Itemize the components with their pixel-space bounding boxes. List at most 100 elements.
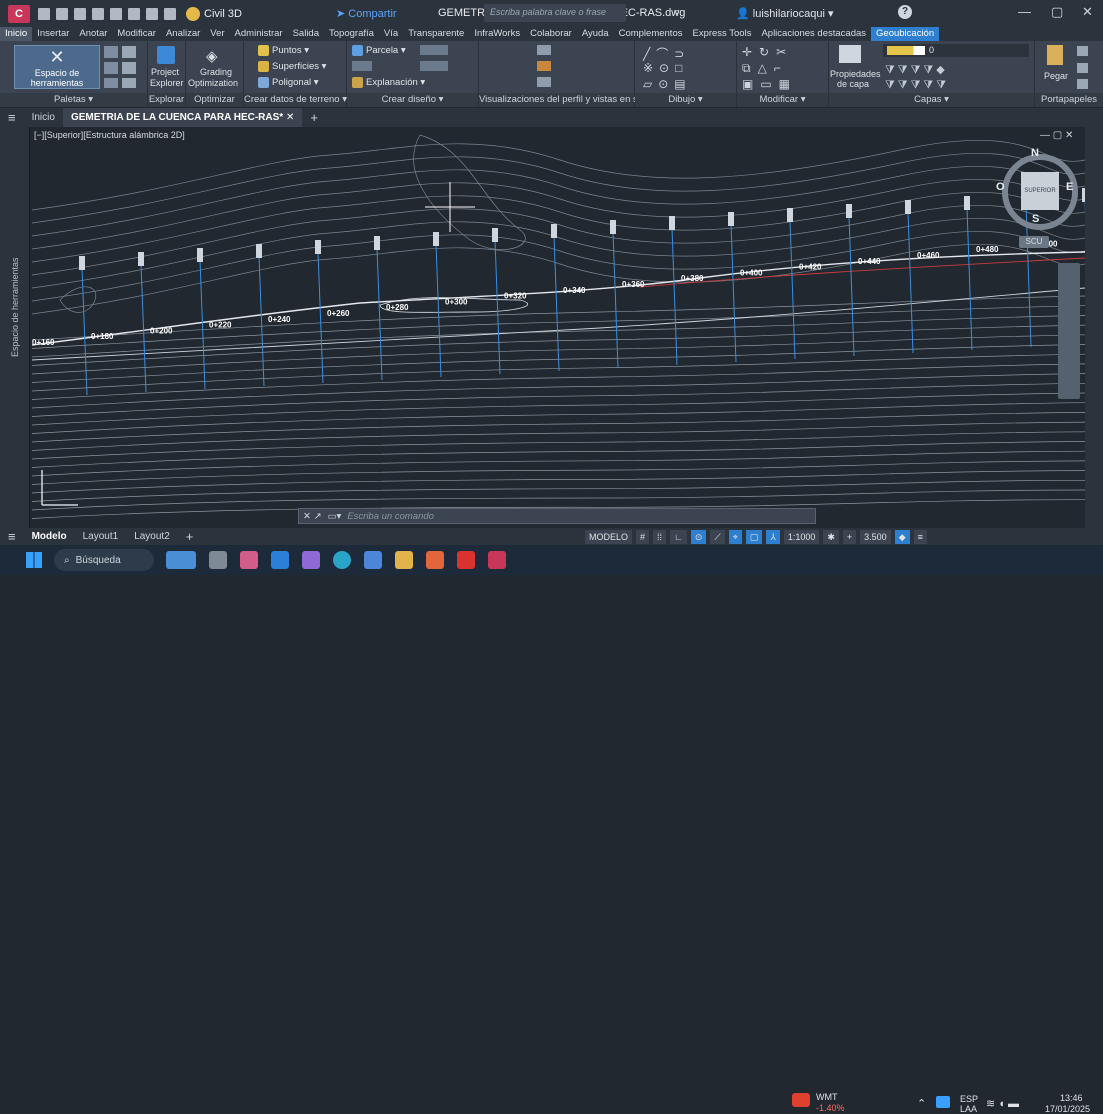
- edge-icon[interactable]: [333, 551, 351, 569]
- panel-title[interactable]: Modificar ▾: [737, 93, 828, 107]
- command-input[interactable]: Escriba un comando: [347, 511, 434, 522]
- section-line[interactable]: [612, 231, 619, 369]
- tray-icon[interactable]: [936, 1096, 950, 1108]
- open-icon[interactable]: [56, 7, 68, 20]
- section-line[interactable]: [789, 219, 796, 360]
- project-explorer-label[interactable]: Project: [151, 67, 179, 77]
- isodraft-icon[interactable]: ⟋: [710, 529, 725, 544]
- close-icon[interactable]: ✕: [286, 112, 294, 123]
- grading-label-2[interactable]: Optimization: [188, 78, 238, 88]
- tab-ayuda[interactable]: Ayuda: [577, 27, 614, 41]
- drawing-canvas[interactable]: 0+160 0+180 0+200 0+220 0+240 0+260 0+280 0+300…: [0, 127, 1103, 528]
- tab-salida[interactable]: Salida: [288, 27, 324, 41]
- tab-insertar[interactable]: Insertar: [32, 27, 74, 41]
- tab-analizar[interactable]: Analizar: [161, 27, 205, 41]
- chevron-up-icon[interactable]: ⌃: [917, 1097, 926, 1110]
- line-arc-icons[interactable]: ╱⌒⊃: [643, 45, 690, 62]
- minimize-button[interactable]: —: [1018, 4, 1031, 19]
- palette-icon[interactable]: [122, 62, 136, 74]
- palette-icon[interactable]: [104, 78, 118, 88]
- clock-time[interactable]: 13:46: [1060, 1093, 1083, 1103]
- nav-wheel-bar[interactable]: [1058, 263, 1080, 399]
- plot-icon[interactable]: [128, 7, 140, 20]
- app-menu-button[interactable]: C: [8, 4, 30, 23]
- redo-icon[interactable]: [164, 7, 176, 20]
- store-icon[interactable]: [364, 551, 382, 569]
- panel-title[interactable]: Capas ▾: [829, 93, 1034, 107]
- model-space-button[interactable]: MODELO: [585, 529, 633, 544]
- settings-icon[interactable]: ✱: [823, 529, 839, 544]
- cmd-history-icon[interactable]: ▭▾: [328, 511, 342, 522]
- new-icon[interactable]: [38, 7, 50, 20]
- tab-topografia[interactable]: Topografía: [324, 27, 379, 41]
- project-explorer-icon[interactable]: [157, 46, 175, 64]
- plus-icon[interactable]: +: [842, 529, 857, 544]
- customize-icon[interactable]: ≡: [913, 529, 927, 544]
- windows-start-icon[interactable]: [26, 552, 42, 568]
- app-icon[interactable]: [240, 551, 258, 569]
- saveas-icon[interactable]: [92, 7, 104, 20]
- polyline-icons[interactable]: ▱⊙▤: [643, 77, 692, 91]
- taskbar-search[interactable]: ⌕ Búsqueda: [54, 549, 154, 571]
- app-icon[interactable]: [271, 551, 289, 569]
- tab-layout1[interactable]: Layout1: [75, 531, 127, 542]
- corridor-icon[interactable]: [352, 61, 372, 71]
- brave-icon[interactable]: [426, 551, 444, 569]
- layer-properties-label-2[interactable]: de capa: [837, 79, 869, 89]
- tab-express-tools[interactable]: Express Tools: [687, 27, 756, 41]
- civil3d-icon[interactable]: [488, 551, 506, 569]
- layer-dropdown[interactable]: 0: [883, 44, 1029, 57]
- section-line[interactable]: [730, 223, 737, 363]
- taskview-icon[interactable]: [209, 551, 227, 569]
- folder-icon[interactable]: [395, 551, 413, 569]
- tab-modelo[interactable]: Modelo: [24, 531, 75, 542]
- section-line[interactable]: [140, 263, 147, 393]
- project-explorer-label-2[interactable]: Explorer: [150, 78, 184, 88]
- maximize-button[interactable]: ▢: [1051, 4, 1063, 20]
- panel-title[interactable]: Paletas ▾: [0, 93, 147, 107]
- explanacion-button[interactable]: Explanación ▾: [352, 77, 425, 88]
- search-icon[interactable]: ⌕: [674, 6, 680, 19]
- close-button[interactable]: ✕: [1082, 4, 1093, 20]
- toolspace-button[interactable]: ✕ Espacio de herramientas: [14, 45, 100, 89]
- compass-east[interactable]: E: [1066, 181, 1073, 193]
- layer-properties-icon[interactable]: [839, 45, 861, 63]
- tab-anotar[interactable]: Anotar: [74, 27, 112, 41]
- panel-title[interactable]: Crear datos de terreno ▾: [244, 93, 347, 107]
- cmd-close-icon[interactable]: ✕ ↗: [303, 511, 322, 522]
- panel-title[interactable]: Dibujo ▾: [635, 93, 736, 107]
- section-line[interactable]: [258, 255, 265, 387]
- section-line[interactable]: [907, 211, 914, 354]
- grading-label[interactable]: Grading: [200, 67, 232, 77]
- panel-title[interactable]: Crear diseño ▾: [347, 93, 478, 107]
- teams-icon[interactable]: [302, 551, 320, 569]
- viewport-label[interactable]: [−][Superior][Estructura alámbrica 2D]: [34, 130, 185, 140]
- tab-transparente[interactable]: Transparente: [403, 27, 469, 41]
- tab-inicio[interactable]: Inicio: [0, 27, 33, 41]
- add-layout-button[interactable]: +: [178, 529, 202, 544]
- help-icon[interactable]: ?: [898, 5, 912, 19]
- section-line[interactable]: [553, 235, 560, 372]
- grid-icon[interactable]: #: [636, 529, 650, 544]
- tab-administrar[interactable]: Administrar: [230, 27, 288, 41]
- print-icon[interactable]: [110, 7, 122, 20]
- search-input[interactable]: Escriba palabra clave o frase: [484, 4, 626, 22]
- new-tab-button[interactable]: +: [302, 108, 326, 127]
- paste-label[interactable]: Pegar: [1044, 71, 1068, 81]
- save-icon[interactable]: [74, 7, 86, 20]
- profile-icon[interactable]: [420, 61, 448, 71]
- section-line[interactable]: [848, 215, 855, 357]
- compass-west[interactable]: O: [996, 181, 1005, 193]
- paste-icon[interactable]: [1047, 45, 1063, 65]
- command-line[interactable]: ✕ ↗ ▭▾ Escriba un comando: [298, 508, 816, 524]
- weather-value[interactable]: -1.40%: [816, 1103, 845, 1113]
- palette-icon[interactable]: [122, 46, 136, 58]
- acrobat-icon[interactable]: [457, 551, 475, 569]
- tab-drawing[interactable]: GEMETRIA DE LA CUENCA PARA HEC-RAS* ✕: [62, 108, 303, 127]
- menu-icon[interactable]: ≡: [0, 108, 24, 127]
- stretch-scale-icons[interactable]: ▣▭▦: [742, 77, 797, 91]
- user-account[interactable]: 👤 luishilariocaqui ▾: [736, 7, 834, 20]
- layer-tools-icons-2[interactable]: ⧩⧩⧩⧩⧩: [885, 79, 949, 92]
- workspace-switcher[interactable]: Civil 3D: [186, 6, 242, 21]
- layer-properties-label[interactable]: Propiedades: [830, 69, 881, 79]
